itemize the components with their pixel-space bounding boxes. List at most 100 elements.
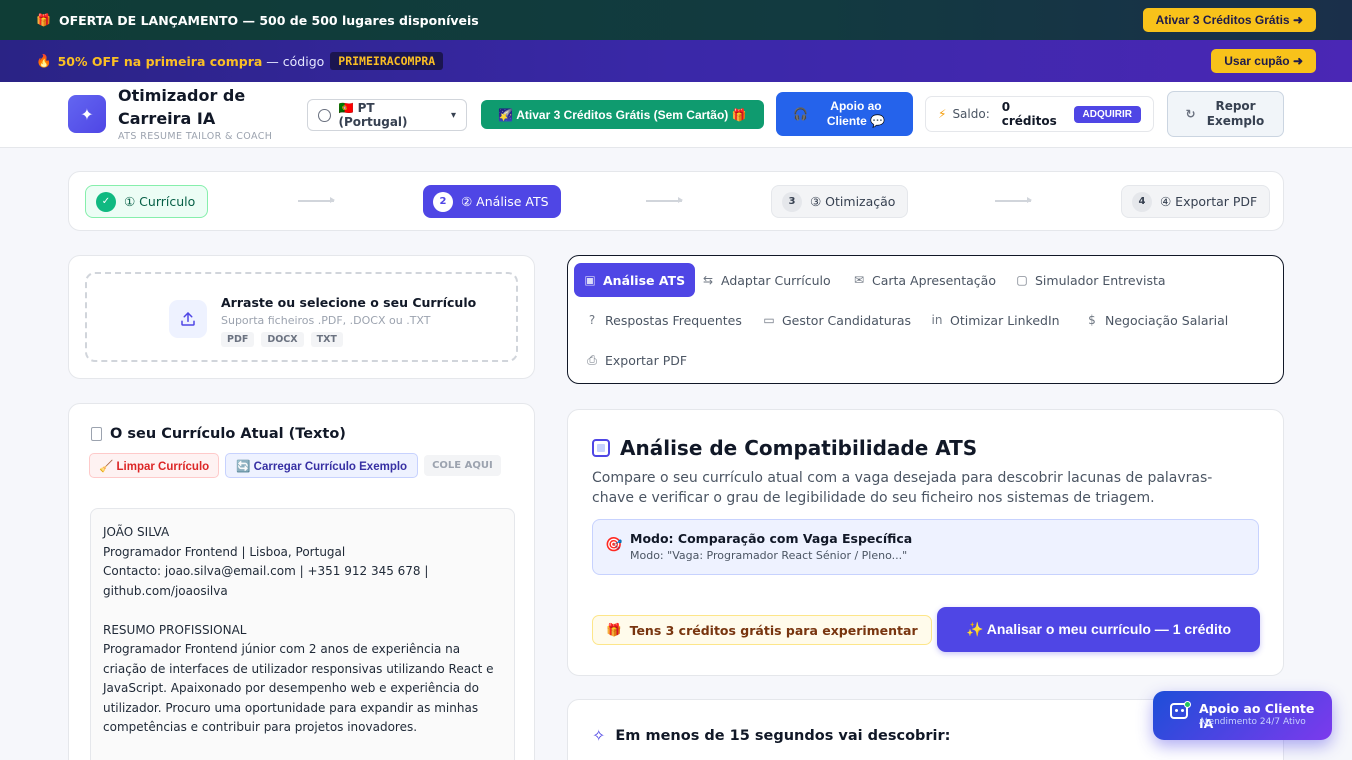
- resume-textarea[interactable]: JOÃO SILVA Programador Frontend | Lisboa…: [90, 508, 515, 760]
- chip-icon: [592, 439, 610, 457]
- comparison-mode[interactable]: 🎯 Modo: Comparação com Vaga Específica M…: [592, 519, 1259, 575]
- free-note-text: Tens 3 créditos grátis para experimentar: [629, 622, 918, 638]
- language-value: 🇵🇹 PT (Portugal): [338, 101, 408, 129]
- step-label: ① Currículo: [124, 194, 196, 209]
- free-credits-button[interactable]: 🌠 Ativar 3 Créditos Grátis (Sem Cartão) …: [481, 100, 764, 129]
- tab-label: Gestor Candidaturas: [782, 312, 911, 328]
- tag-txt: TXT: [310, 332, 343, 347]
- arrow-right-icon: [995, 197, 1032, 203]
- printer-icon: ⎙: [587, 352, 597, 367]
- tab-label: Adaptar Currículo: [721, 272, 831, 288]
- current-resume-card: O seu Currículo Atual (Texto) 🧹 Limpar C…: [68, 403, 535, 760]
- launch-banner: 🎁 OFERTA DE LANÇAMENTO — 500 de 500 luga…: [0, 0, 1352, 40]
- check-icon: ✓: [96, 191, 116, 212]
- mail-icon: ✉: [853, 273, 865, 287]
- mode-title: Modo: Comparação com Vaga Específica: [630, 531, 913, 546]
- step-label: ④ Exportar PDF: [1160, 194, 1258, 209]
- buy-credits-button[interactable]: ADQUIRIR: [1073, 105, 1141, 123]
- ai-support-widget[interactable]: Apoio ao Cliente IA Atendimento 24/7 Ati…: [1153, 691, 1332, 740]
- assistant-subtitle: Atendimento 24/7 Ativo: [1199, 717, 1306, 727]
- app-title: Otimizador de Carreira IA: [118, 86, 246, 128]
- launch-banner-text: OFERTA DE LANÇAMENTO — 500 de 500 lugare…: [58, 12, 479, 28]
- step-optimization[interactable]: 3 ③ Otimização: [771, 185, 909, 218]
- coupon-text: — código: [266, 53, 325, 69]
- mode-subtitle: Modo: "Vaga: Programador React Sénior / …: [630, 549, 908, 562]
- use-coupon-button[interactable]: Usar cupão ➜: [1211, 49, 1316, 73]
- tab-interview-simulator[interactable]: ▢ Simulador Entrevista: [1006, 263, 1176, 297]
- tag-pdf: PDF: [221, 332, 255, 347]
- ats-analysis-card: Análise de Compatibilidade ATS Compare o…: [567, 409, 1284, 676]
- tab-label: Carta Apresentação: [872, 272, 996, 288]
- fire-icon: 🔥: [36, 53, 52, 68]
- tag-docx: DOCX: [261, 332, 304, 347]
- support-label: Apoio ao Cliente 💬: [826, 99, 886, 128]
- load-example-button[interactable]: 🔄 Carregar Currículo Exemplo: [225, 453, 419, 478]
- globe-icon: [318, 108, 331, 122]
- support-button[interactable]: 🎧 Apoio ao Cliente 💬: [776, 92, 913, 136]
- sparkles-icon: ✧: [592, 726, 606, 745]
- chip-icon: ▣: [584, 273, 596, 287]
- tab-salary-negotiation[interactable]: $ Negociação Salarial: [1076, 303, 1238, 337]
- tab-application-manager[interactable]: ▭ Gestor Candidaturas: [753, 303, 921, 337]
- balance-label: Saldo:: [952, 107, 990, 121]
- reset-icon: ↻: [1185, 106, 1196, 121]
- coupon-code[interactable]: PRIMEIRACOMPRA: [330, 52, 444, 70]
- progress-stepper: ✓ ① Currículo 2 ② Análise ATS 3 ③ Otimiz…: [68, 171, 1284, 231]
- clear-resume-button[interactable]: 🧹 Limpar Currículo: [89, 453, 220, 478]
- resume-heading: O seu Currículo Atual (Texto): [91, 426, 346, 442]
- step-export-pdf[interactable]: 4 ④ Exportar PDF: [1121, 185, 1271, 218]
- resume-actions: 🧹 Limpar Currículo 🔄 Carregar Currículo …: [89, 453, 501, 478]
- step-number: 3: [782, 191, 802, 212]
- tab-cover-letter[interactable]: ✉ Carta Apresentação: [843, 263, 1006, 297]
- swap-icon: ⇆: [702, 273, 714, 287]
- tab-label: Análise ATS: [603, 272, 686, 288]
- paste-hint-badge: COLE AQUI: [424, 455, 501, 476]
- tab-export-pdf[interactable]: ⎙ Exportar PDF: [576, 343, 697, 377]
- tab-faq[interactable]: ? Respostas Frequentes: [576, 303, 752, 337]
- step-number: 4: [1132, 191, 1152, 212]
- tab-ats-analysis[interactable]: ▣ Análise ATS: [574, 263, 696, 297]
- chat-icon: ▢: [1016, 273, 1028, 287]
- step-number: 2: [433, 191, 453, 212]
- tab-label: Respostas Frequentes: [605, 312, 742, 328]
- app-subtitle: ATS RESUME TAILOR & COACH: [118, 131, 273, 142]
- arrow-right-icon: [298, 197, 335, 203]
- app-header: ✦ Otimizador de Carreira IA ATS RESUME T…: [0, 82, 1352, 148]
- tab-label: Otimizar LinkedIn: [950, 312, 1060, 328]
- balance-value: 0 créditos: [1001, 100, 1057, 128]
- upload-subtitle: Suporta ficheiros .PDF, .DOCX ou .TXT: [221, 314, 431, 327]
- activate-credits-banner-button[interactable]: Ativar 3 Créditos Grátis ➜: [1142, 8, 1316, 32]
- target-icon: 🎯: [605, 537, 623, 553]
- resume-title: O seu Currículo Atual (Texto): [110, 426, 346, 442]
- file-type-tags: PDF DOCX TXT: [221, 332, 343, 347]
- dollar-icon: $: [1088, 313, 1096, 327]
- coupon-highlight: 50% OFF na primeira compra: [57, 53, 263, 69]
- folder-icon: ▭: [763, 313, 775, 327]
- online-status-icon: [1184, 701, 1191, 708]
- ats-heading: Análise de Compatibilidade ATS: [592, 436, 977, 460]
- analyze-resume-button[interactable]: ✨ Analisar o meu currículo — 1 crédito: [937, 607, 1260, 652]
- step-ats-analysis[interactable]: 2 ② Análise ATS: [423, 185, 561, 218]
- tool-tabs: ▣ Análise ATS ⇆ Adaptar Currículo ✉ Cart…: [567, 255, 1284, 384]
- chevron-down-icon: ▾: [450, 109, 456, 121]
- results-heading: ✧ Em menos de 15 segundos vai descobrir:: [592, 726, 950, 745]
- language-select[interactable]: 🇵🇹 PT (Portugal) ▾: [307, 99, 467, 131]
- credit-balance: ⚡ Saldo: 0 créditos ADQUIRIR: [925, 96, 1154, 132]
- step-resume[interactable]: ✓ ① Currículo: [85, 185, 209, 218]
- step-label: ② Análise ATS: [461, 194, 549, 209]
- free-credits-note: 🎁 Tens 3 créditos grátis para experiment…: [592, 615, 932, 645]
- document-icon: [91, 427, 102, 441]
- ats-title: Análise de Compatibilidade ATS: [620, 436, 978, 460]
- coupon-banner: 🔥 50% OFF na primeira compra — código PR…: [0, 40, 1352, 82]
- resume-dropzone[interactable]: Arraste ou selecione o seu Currículo Sup…: [85, 272, 518, 362]
- reset-example-button[interactable]: ↻ Repor Exemplo: [1167, 91, 1284, 137]
- lightning-icon: ⚡: [938, 107, 947, 121]
- headset-icon: 🎧: [793, 106, 808, 121]
- upload-title: Arraste ou selecione o seu Currículo: [221, 295, 477, 310]
- gift-icon: 🎁: [36, 13, 51, 27]
- tab-adapt-resume[interactable]: ⇆ Adaptar Currículo: [692, 263, 841, 297]
- tab-label: Exportar PDF: [605, 352, 688, 368]
- arrow-right-icon: [646, 197, 683, 203]
- tab-linkedin[interactable]: in Otimizar LinkedIn: [921, 303, 1070, 337]
- reset-label: Repor Exemplo: [1206, 99, 1265, 128]
